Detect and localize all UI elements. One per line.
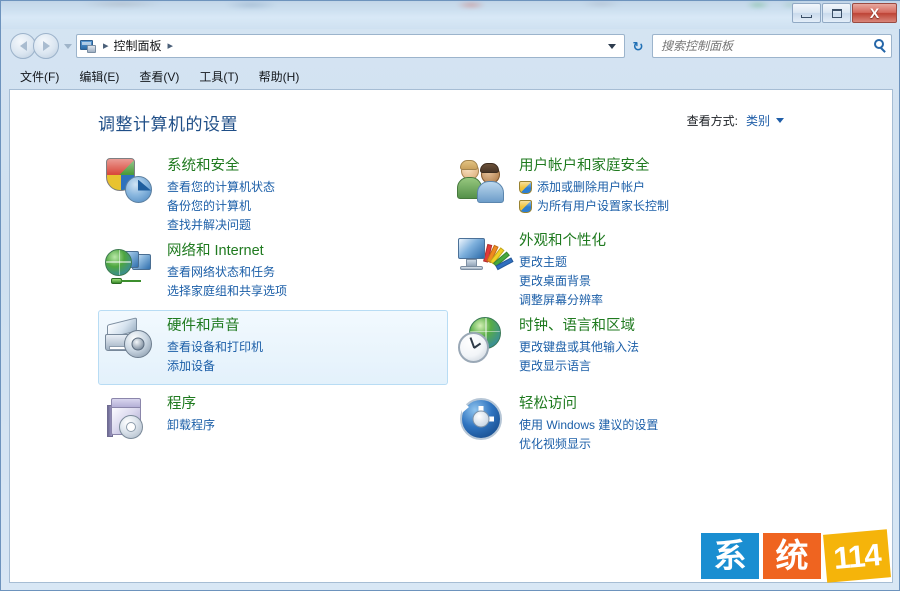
- breadcrumb-separator-icon-2[interactable]: ▸: [168, 40, 174, 52]
- search-icon: [874, 39, 884, 49]
- view-by-control: 查看方式: 类别: [687, 112, 784, 129]
- watermark-tile-1: 系: [701, 532, 759, 579]
- view-by-value[interactable]: 类别: [746, 112, 770, 129]
- menu-item-help[interactable]: 帮助(H): [259, 71, 300, 83]
- ease-of-access-icon: [456, 395, 505, 443]
- window-titlebar: X: [1, 1, 900, 29]
- breadcrumb-control-panel[interactable]: 控制面板: [114, 40, 162, 52]
- category-programs[interactable]: 程序 卸载程序: [98, 388, 448, 452]
- chevron-down-icon[interactable]: [776, 118, 784, 123]
- category-text: 程序 卸载程序: [167, 395, 215, 443]
- printer-device-icon: [105, 317, 153, 365]
- category-link-row[interactable]: 为所有用户设置家长控制: [519, 197, 669, 216]
- close-icon: X: [869, 5, 880, 21]
- category-system-and-security[interactable]: 系统和安全 查看您的计算机状态 备份您的计算机 查找并解决问题: [98, 150, 448, 243]
- watermark-logo: 系 统 114: [695, 520, 900, 591]
- control-panel-screen: X ▸ 控制面板 ▸ ↻ 搜索控制面板 文件(F) 编辑(E) 查看(V) 工具…: [0, 0, 900, 591]
- category-link[interactable]: 查看网络状态和任务: [167, 263, 287, 282]
- category-hardware-and-sound[interactable]: 硬件和声音 查看设备和打印机 添加设备: [98, 310, 448, 385]
- category-text: 轻松访问 使用 Windows 建议的设置 优化视频显示: [519, 395, 658, 454]
- recent-locations-chevron-icon[interactable]: [64, 43, 72, 49]
- minimize-button[interactable]: [792, 3, 821, 23]
- program-box-icon: [105, 395, 153, 443]
- address-bar[interactable]: ▸ 控制面板 ▸: [76, 34, 625, 58]
- category-link[interactable]: 为所有用户设置家长控制: [537, 197, 669, 216]
- category-link-row[interactable]: 添加或删除用户帐户: [519, 178, 669, 197]
- clock-globe-icon: [457, 317, 505, 365]
- menu-item-edit[interactable]: 编辑(E): [79, 71, 119, 83]
- appearance-monitor-icon: [457, 232, 514, 280]
- breadcrumb-separator-icon: ▸: [103, 39, 109, 52]
- maximize-button[interactable]: [822, 3, 851, 23]
- category-text: 时钟、语言和区域 更改键盘或其他输入法 更改显示语言: [519, 317, 639, 376]
- content-pane: 调整计算机的设置 查看方式: 类别 系统和安全 查看您的计算机状态 备份您的计算…: [9, 89, 893, 583]
- category-link[interactable]: 卸载程序: [167, 416, 215, 435]
- category-link[interactable]: 更改显示语言: [519, 357, 639, 376]
- category-title[interactable]: 系统和安全: [167, 158, 275, 175]
- maximize-icon: [831, 8, 842, 18]
- close-button[interactable]: X: [852, 3, 897, 23]
- category-text: 外观和个性化 更改主题 更改桌面背景 调整屏幕分辨率: [519, 232, 606, 309]
- category-network-and-internet[interactable]: 网络和 Internet 查看网络状态和任务 选择家庭组和共享选项: [98, 235, 448, 310]
- control-panel-icon: [80, 39, 97, 54]
- category-title[interactable]: 用户帐户和家庭安全: [519, 158, 669, 175]
- category-appearance-and-personalization[interactable]: 外观和个性化 更改主题 更改桌面背景 调整屏幕分辨率: [450, 225, 800, 318]
- menu-item-file[interactable]: 文件(F): [20, 71, 59, 83]
- security-shield-icon: [105, 157, 153, 205]
- category-text: 硬件和声音 查看设备和打印机 添加设备: [167, 317, 263, 376]
- category-link[interactable]: 更改桌面背景: [519, 272, 606, 291]
- category-clock-language-and-region[interactable]: 时钟、语言和区域 更改键盘或其他输入法 更改显示语言: [450, 310, 800, 385]
- category-ease-of-access[interactable]: 轻松访问 使用 Windows 建议的设置 优化视频显示: [450, 388, 800, 463]
- category-title[interactable]: 轻松访问: [519, 396, 658, 413]
- category-title[interactable]: 时钟、语言和区域: [519, 318, 639, 335]
- navigation-bar: ▸ 控制面板 ▸ ↻: [2, 29, 900, 63]
- category-title[interactable]: 网络和 Internet: [167, 243, 287, 260]
- category-link[interactable]: 查找并解决问题: [167, 216, 275, 235]
- category-title[interactable]: 外观和个性化: [519, 233, 606, 250]
- menu-bar: 文件(F) 编辑(E) 查看(V) 工具(T) 帮助(H): [2, 65, 900, 88]
- category-link[interactable]: 更改主题: [519, 253, 606, 272]
- category-text: 用户帐户和家庭安全 添加或删除用户帐户 为所有用户设置家长控制: [519, 157, 669, 216]
- category-text: 系统和安全 查看您的计算机状态 备份您的计算机 查找并解决问题: [167, 157, 275, 234]
- category-link[interactable]: 添加设备: [167, 357, 263, 376]
- watermark-tile-3: 114: [823, 528, 891, 583]
- search-input[interactable]: [661, 39, 861, 53]
- refresh-button[interactable]: ↻: [627, 34, 649, 58]
- category-link[interactable]: 优化视频显示: [519, 435, 658, 454]
- category-user-accounts-and-family-safety[interactable]: 用户帐户和家庭安全 添加或删除用户帐户 为所有用户设置家长控制: [450, 150, 800, 225]
- category-link[interactable]: 更改键盘或其他输入法: [519, 338, 639, 357]
- control-panel-window: X ▸ 控制面板 ▸ ↻ 搜索控制面板 文件(F) 编辑(E) 查看(V) 工具…: [0, 0, 900, 591]
- watermark-tile-2: 统: [763, 532, 821, 579]
- view-by-label: 查看方式:: [686, 114, 738, 128]
- forward-button[interactable]: [33, 33, 59, 59]
- category-link[interactable]: 选择家庭组和共享选项: [167, 282, 287, 301]
- address-dropdown-chevron-icon[interactable]: [608, 44, 616, 49]
- category-link[interactable]: 添加或删除用户帐户: [537, 178, 645, 197]
- search-box[interactable]: [652, 34, 892, 58]
- menu-item-tools[interactable]: 工具(T): [199, 71, 238, 83]
- page-title: 调整计算机的设置: [98, 115, 238, 134]
- uac-shield-icon: [519, 181, 532, 195]
- category-title[interactable]: 程序: [167, 396, 215, 413]
- menu-item-view[interactable]: 查看(V): [139, 71, 179, 83]
- minimize-icon: [801, 14, 812, 18]
- category-link[interactable]: 查看您的计算机状态: [167, 178, 275, 197]
- category-title[interactable]: 硬件和声音: [167, 318, 263, 335]
- category-link[interactable]: 调整屏幕分辨率: [519, 291, 606, 310]
- glass-blur-strip: [1, 1, 900, 10]
- category-text: 网络和 Internet 查看网络状态和任务 选择家庭组和共享选项: [167, 242, 287, 301]
- window-controls: X: [792, 3, 897, 23]
- category-link[interactable]: 查看设备和打印机: [167, 338, 263, 357]
- nav-arrow-group: [10, 33, 59, 59]
- category-link[interactable]: 使用 Windows 建议的设置: [519, 416, 658, 435]
- forward-arrow-icon: [42, 41, 50, 51]
- users-icon: [457, 157, 505, 205]
- category-link[interactable]: 备份您的计算机: [167, 197, 275, 216]
- uac-shield-icon: [519, 199, 532, 213]
- back-arrow-icon: [19, 41, 27, 51]
- network-globe-icon: [105, 242, 153, 290]
- refresh-icon: ↻: [632, 38, 644, 54]
